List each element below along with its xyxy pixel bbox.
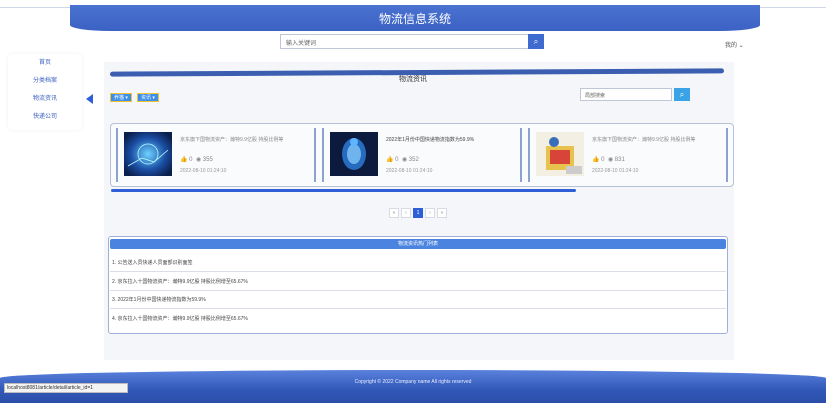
news-card[interactable]: 2022年1月份中国快递物流指数为59.9% 👍 0 ◉ 352 2022-08…: [322, 128, 522, 182]
sidebar-item-home[interactable]: 首页: [8, 56, 82, 70]
status-bar-url: localhost8081/article/detail/article_id=…: [4, 383, 128, 393]
like-icon[interactable]: 👍: [592, 157, 599, 163]
sidebar-item-express[interactable]: 快递公司: [8, 110, 82, 124]
card-date: 2022-08-10 01:24:10: [180, 168, 227, 174]
filter-dropdown-1[interactable]: 养猫 ▾: [110, 93, 132, 102]
hot-list-item[interactable]: 3. 2022年1月份中国快递物流指数为59.9%: [112, 296, 724, 304]
hot-list-item[interactable]: 1. 公告送入员快递人员面部识别面签: [112, 259, 724, 267]
card-date: 2022-08-10 01:24:10: [592, 168, 639, 174]
card-stats: 👍 0 ◉ 831: [592, 157, 625, 163]
search-icon: ⌕: [533, 37, 539, 46]
news-card[interactable]: 京东旗下国物流资产：瀚特9.9亿股 持股比例等 👍 0 ◉ 355 2022-0…: [116, 128, 316, 182]
news-card[interactable]: 京东旗下国物流资产：瀚特9.9亿股 持股比例等 👍 0 ◉ 831 2022-0…: [528, 128, 728, 182]
sidebar: 首页 分类档案 物流资讯 快递公司: [8, 54, 82, 130]
section-title: 物流资讯: [399, 76, 427, 83]
card-title[interactable]: 京东旗下国物流资产：瀚特9.9亿股 持股比例等: [180, 136, 320, 143]
header-bar: 物流信息系统: [70, 5, 760, 31]
view-icon: ◉: [401, 157, 408, 163]
page-next-button[interactable]: ›: [425, 208, 435, 218]
sidebar-active-indicator: [86, 94, 93, 104]
list-search-button[interactable]: ⌕: [674, 88, 690, 101]
search-icon: ⌕: [679, 90, 685, 99]
card-date: 2022-08-10 01:24:10: [386, 168, 433, 174]
divider: [110, 308, 726, 309]
card-stats: 👍 0 ◉ 355: [180, 157, 213, 163]
hot-list-title: 物流资讯热门列表: [110, 239, 726, 249]
divider: [110, 271, 726, 272]
page-current-button[interactable]: 1: [413, 208, 423, 218]
list-search-input[interactable]: 局部搜索: [580, 88, 672, 101]
page-last-button[interactable]: »: [437, 208, 447, 218]
search-button[interactable]: ⌕: [528, 34, 544, 49]
view-icon: ◉: [607, 157, 614, 163]
body-scan-image: [330, 132, 378, 176]
hot-list-item[interactable]: 2. 京东拉入十国物流资产：瀚特9.9亿股 持股比例增至65.67%: [112, 278, 724, 286]
page-prev-button[interactable]: ‹: [401, 208, 411, 218]
card-title[interactable]: 2022年1月份中国快递物流指数为59.9%: [386, 136, 526, 143]
view-icon: ◉: [195, 157, 202, 163]
site-title: 物流信息系统: [378, 12, 451, 26]
card-title[interactable]: 京东旗下国物流资产：瀚特9.9亿股 持股比例等: [592, 136, 732, 143]
divider: [110, 290, 726, 291]
card-stats: 👍 0 ◉ 352: [386, 157, 419, 163]
worker-illustration-image: [536, 132, 584, 176]
like-icon[interactable]: 👍: [386, 157, 393, 163]
carousel-scroll-bar[interactable]: [111, 189, 576, 192]
page-first-button[interactable]: «: [389, 208, 399, 218]
tech-blue-image: [124, 132, 172, 176]
filter-dropdown-2[interactable]: 资讯 ▾: [137, 93, 159, 102]
user-menu[interactable]: 我的 ⌄: [725, 40, 744, 49]
search-input[interactable]: 输入关键词: [280, 34, 530, 49]
pagination: « ‹ 1 › »: [389, 208, 447, 218]
hot-list-item[interactable]: 4. 京东拉入十国物流资产：瀚特9.9亿股 持股比例增至65.67%: [112, 315, 724, 323]
sidebar-item-news[interactable]: 物流资讯: [8, 92, 82, 106]
like-icon[interactable]: 👍: [180, 157, 187, 163]
